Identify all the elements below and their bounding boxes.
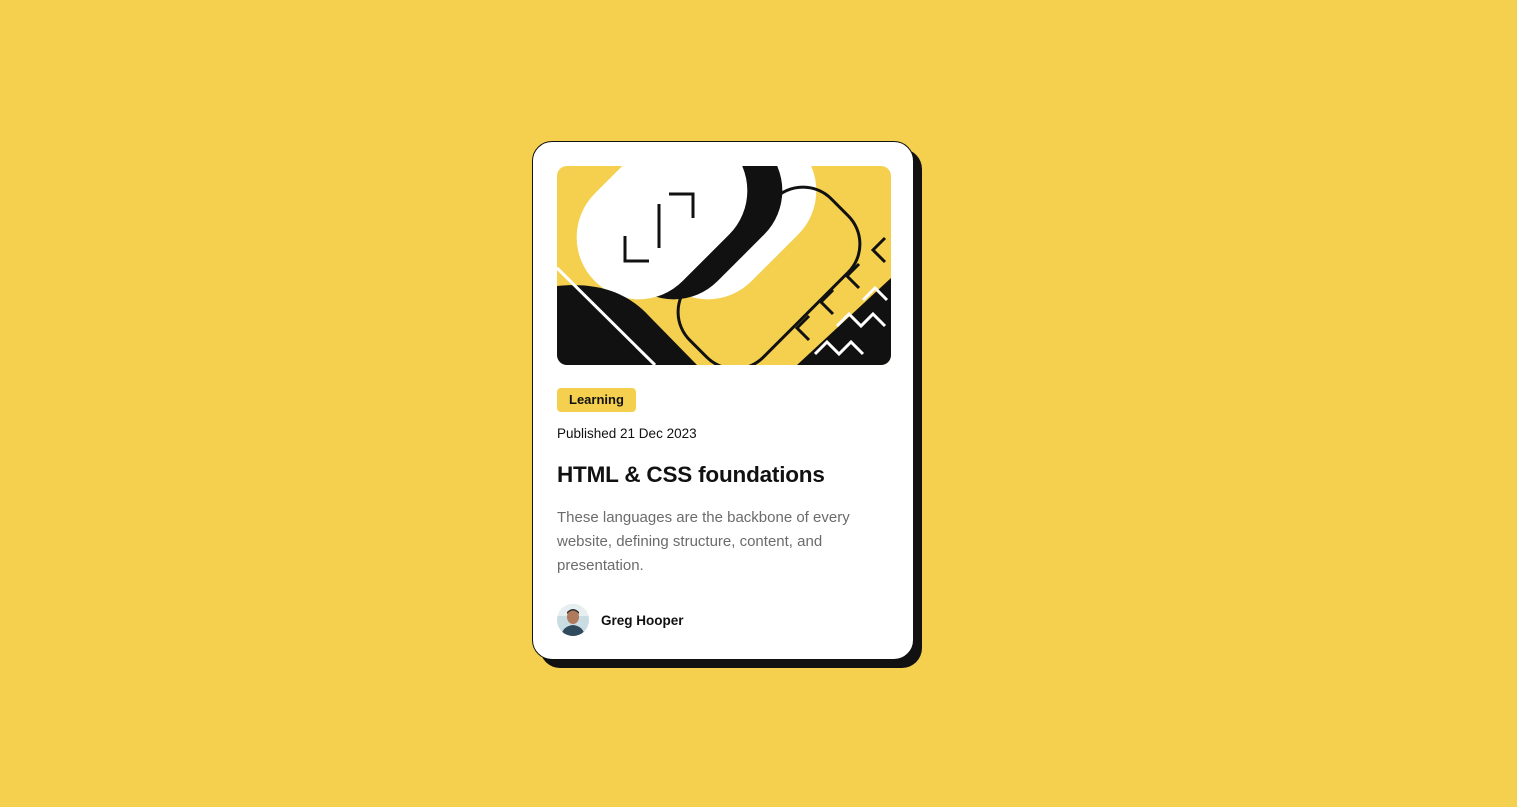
avatar (557, 604, 589, 636)
article-title[interactable]: HTML & CSS foundations (557, 460, 889, 490)
author-info: Greg Hooper (557, 604, 889, 636)
blog-preview-card: Learning Published 21 Dec 2023 HTML & CS… (532, 141, 914, 660)
article-illustration (557, 166, 891, 365)
published-date: Published 21 Dec 2023 (557, 426, 697, 441)
article-description: These languages are the backbone of ever… (557, 509, 850, 574)
category-tag: Learning (557, 388, 636, 412)
author-name: Greg Hooper (601, 612, 684, 628)
